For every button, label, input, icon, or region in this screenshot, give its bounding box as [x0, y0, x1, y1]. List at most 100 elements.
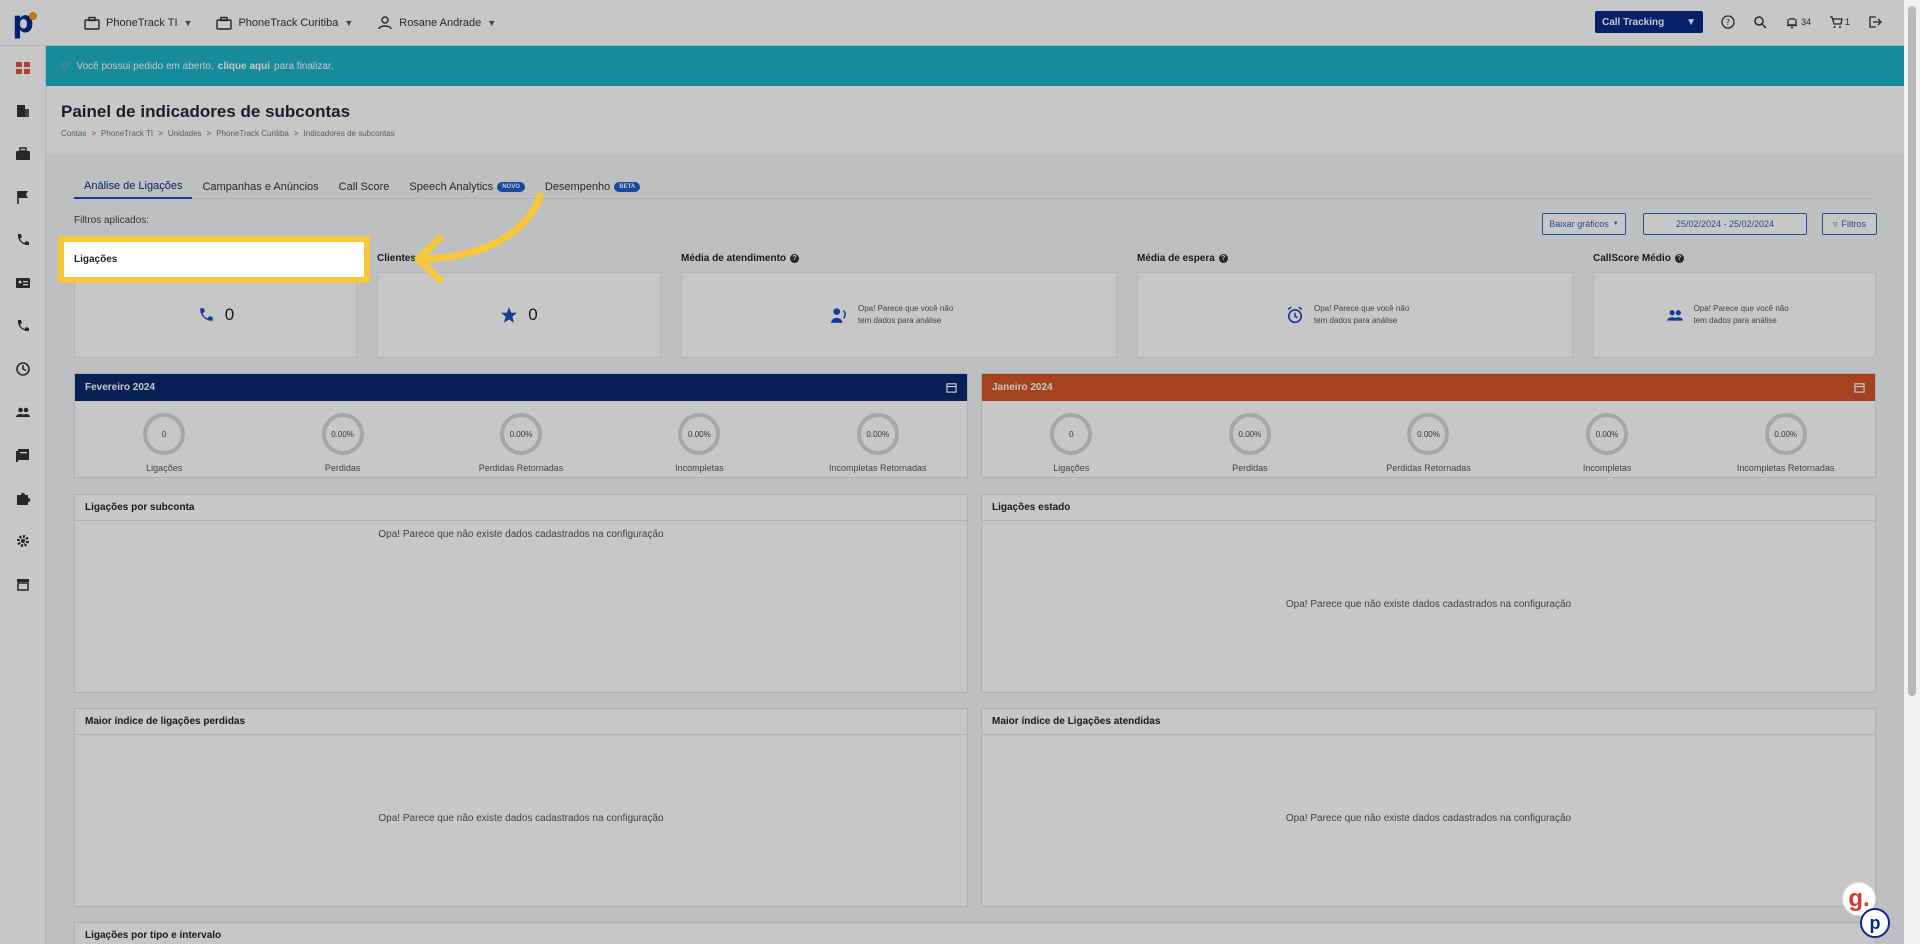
stat-item: 0.00% Incompletas	[1527, 413, 1687, 473]
breadcrumb-item[interactable]: PhoneTrack Curitiba	[216, 129, 289, 138]
phone-call-icon[interactable]	[15, 318, 31, 334]
briefcase-icon[interactable]	[15, 146, 31, 162]
stat-item: 0 Ligações	[84, 413, 244, 473]
empty-state-text: Opa! Parece que não existe dados cadastr…	[378, 813, 664, 824]
puzzle-icon[interactable]	[15, 490, 31, 506]
breadcrumb-item[interactable]: Contas	[61, 129, 86, 138]
tab-call-score[interactable]: Call Score	[329, 175, 400, 199]
month-panel-header: Janeiro 2024	[982, 374, 1875, 401]
stat-item: 0.00% Perdidas Retornadas	[441, 413, 601, 473]
store-icon[interactable]	[15, 576, 31, 592]
gear-icon[interactable]	[15, 533, 31, 549]
calendar-icon[interactable]	[1854, 382, 1865, 393]
stat-circle: 0	[143, 413, 186, 455]
banner-text-end: para finalizar.	[274, 60, 334, 72]
stat-circle: 0.00%	[678, 413, 721, 455]
stat-label: Ligações	[146, 463, 183, 473]
app-logo[interactable]: p	[0, 0, 46, 46]
history-icon[interactable]	[15, 361, 31, 377]
highest-answered-calls-panel: Maior índice de Ligações atendidas Opa! …	[981, 708, 1876, 907]
month-title: Janeiro 2024	[992, 382, 1053, 393]
stat-label: Perdidas	[324, 463, 361, 473]
empty-state-text: Opa! Parece que você não tem dados para …	[1314, 304, 1410, 325]
flag-icon[interactable]	[15, 189, 31, 205]
breadcrumb-separator: >	[158, 129, 163, 138]
stat-label: Ligações	[1053, 463, 1090, 473]
breadcrumb-separator: >	[91, 129, 97, 138]
phone-icon	[200, 308, 213, 321]
unit-selector[interactable]: PhoneTrack Curitiba ▼	[216, 16, 353, 30]
tab-label: Campanhas e Anúncios	[202, 181, 319, 193]
calendar-icon[interactable]	[946, 382, 957, 393]
breadcrumb-separator: >	[206, 129, 212, 138]
contact-card-icon[interactable]	[15, 275, 31, 291]
stats-row: 0 Ligações 0.00% Perdidas 0.00% Perdidas Re…	[75, 401, 967, 473]
filters-button[interactable]: ▿ Filtros	[1822, 213, 1877, 235]
breadcrumb-item[interactable]: PhoneTrack TI	[101, 129, 153, 138]
breadcrumb-item[interactable]: Unidades	[168, 129, 202, 138]
product-select[interactable]: Call Tracking ▼	[1594, 11, 1703, 33]
tab-label: Análise de Ligações	[84, 180, 183, 192]
month-title: Fevereiro 2024	[85, 382, 156, 393]
user-icon	[378, 15, 392, 29]
calls-by-subaccount-panel: Ligações por subconta Opa! Parece que nã…	[74, 494, 968, 693]
filter-icon: ▿	[1832, 218, 1838, 229]
logout-button[interactable]	[1868, 15, 1882, 29]
kpi-ligacoes-title: Ligações	[74, 254, 118, 265]
help-button[interactable]: ?	[1721, 15, 1735, 29]
pending-order-banner: 🛒 Você possui pedido em aberto, clique a…	[46, 46, 1904, 86]
date-range-input[interactable]: 25/02/2024 - 25/02/2024	[1643, 213, 1807, 235]
unit-label: PhoneTrack Curitiba	[238, 16, 339, 29]
help-icon[interactable]: ?	[1218, 254, 1228, 263]
download-charts-button[interactable]: Baixar gráficos ▼	[1542, 213, 1626, 235]
stat-item: 0.00% Incompletas Retornadas	[1706, 413, 1866, 473]
banner-link[interactable]: clique aqui	[218, 61, 270, 72]
user-menu[interactable]: Rosane Andrade ▼	[377, 15, 496, 30]
stat-item: 0.00% Perdidas	[1170, 413, 1330, 473]
tab-campanhas[interactable]: Campanhas e Anúncios	[192, 175, 328, 199]
calls-by-state-panel: Ligações estado Opa! Parece que não exis…	[981, 494, 1876, 693]
tab-analise-ligacoes[interactable]: Análise de Ligações	[74, 175, 193, 199]
stat-label: Incompletas Retornadas	[1736, 463, 1835, 473]
page-header: Painel de indicadores de subcontas Conta…	[46, 86, 1904, 154]
search-button[interactable]	[1753, 15, 1767, 29]
kpi-ligacoes-card: 0	[74, 272, 357, 358]
page-title: Painel de indicadores de subcontas	[61, 102, 351, 121]
users-icon	[1666, 310, 1683, 321]
stat-circle: 0.00%	[1586, 413, 1629, 455]
highlighted-kpi-ligacoes[interactable]: Ligações	[58, 236, 370, 283]
alarm-clock-icon	[1287, 306, 1303, 324]
cart-button[interactable]: 1	[1829, 15, 1850, 29]
kpi-clientes-value: 0	[528, 305, 538, 324]
book-icon[interactable]	[15, 447, 31, 463]
stat-circle: 0.00%	[321, 413, 364, 455]
stat-item: 0 Ligações	[991, 413, 1151, 473]
stat-circle: 0.00%	[856, 413, 899, 455]
bell-icon	[1786, 18, 1797, 29]
help-icon[interactable]: ?	[790, 254, 800, 263]
support-widget-button[interactable]: p	[1860, 908, 1890, 938]
tab-bar: Análise de Ligações Campanhas e Anúncios…	[74, 175, 1874, 199]
help-icon: ?	[1721, 15, 1735, 29]
building-icon[interactable]	[15, 103, 31, 119]
chevron-down-icon: ▼	[1612, 221, 1619, 227]
help-icon[interactable]: ?	[1674, 254, 1684, 263]
panel-title: Maior índice de Ligações atendidas	[982, 709, 1875, 735]
scrollbar[interactable]	[1904, 0, 1920, 944]
notifications-button[interactable]: 34	[1785, 15, 1811, 29]
phone-icon[interactable]	[15, 232, 31, 248]
account-label: PhoneTrack TI	[106, 16, 178, 29]
account-selector[interactable]: PhoneTrack TI ▼	[84, 16, 192, 30]
kpi-callscore-card: Opa! Parece que você não tem dados para …	[1593, 272, 1876, 358]
kpi-callscore-title: CallScore Médio?	[1593, 253, 1684, 264]
dashboard-icon[interactable]	[15, 60, 31, 76]
scroll-thumb[interactable]	[1908, 6, 1916, 696]
briefcase-icon	[84, 16, 100, 30]
svg-text:?: ?	[1726, 18, 1730, 27]
tutorial-arrow-icon	[414, 192, 544, 284]
empty-state-text: Opa! Parece que você não tem dados para …	[858, 304, 954, 325]
users-icon[interactable]	[15, 404, 31, 420]
kpi-media-espera-card: Opa! Parece que você não tem dados para …	[1137, 272, 1573, 358]
user-name: Rosane Andrade	[399, 16, 482, 29]
panel-title: Ligações por subconta	[75, 495, 967, 521]
